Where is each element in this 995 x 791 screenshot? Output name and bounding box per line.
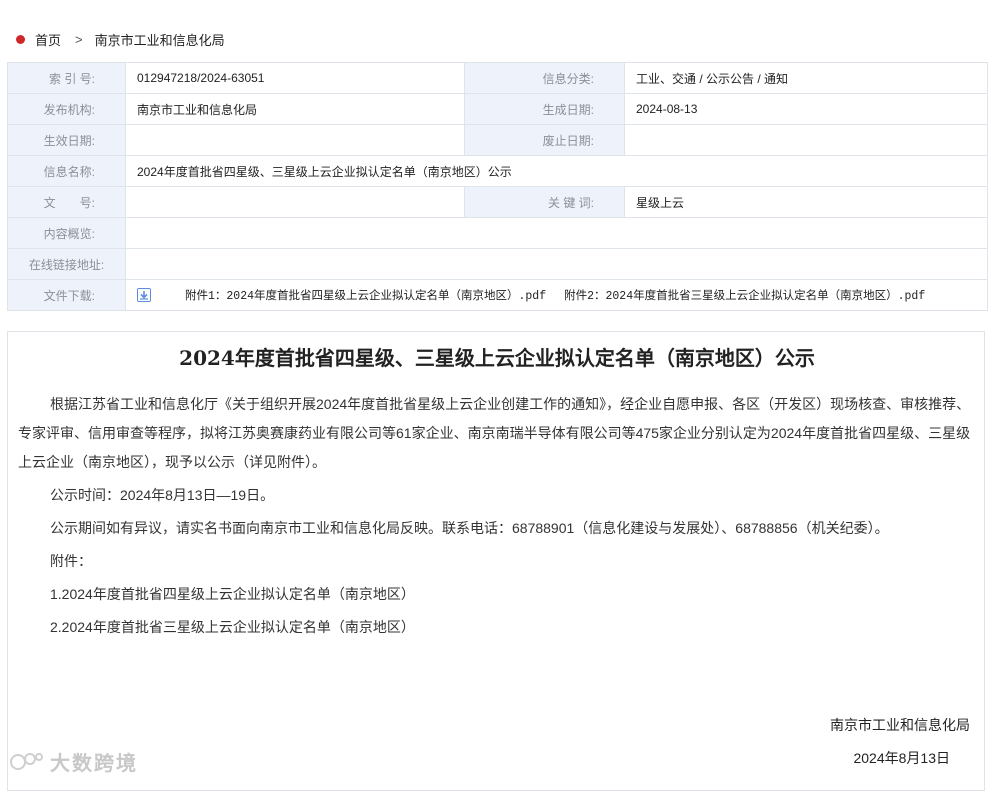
meta-row-docno: 文 号: 关 键 词: 星级上云 xyxy=(7,186,988,218)
article-body: 根据江苏省工业和信息化厅《关于组织开展2024年度首批省星级上云企业创建工作的通… xyxy=(18,390,976,642)
meta-row-effective: 生效日期: 废止日期: xyxy=(7,124,988,156)
watermark-text: 大数跨境 xyxy=(50,753,138,775)
article-signature: 南京市工业和信息化局 xyxy=(830,717,970,733)
keywords-value: 星级上云 xyxy=(624,186,988,218)
doc-number-value xyxy=(125,186,465,218)
info-name-value: 2024年度首批省四星级、三星级上云企业拟认定名单（南京地区）公示 xyxy=(125,155,988,187)
overview-value xyxy=(125,217,988,249)
category-label: 信息分类: xyxy=(464,62,625,94)
watermark-logo-icon xyxy=(10,752,43,770)
effective-date-value xyxy=(125,124,465,156)
breadcrumb: 首页 > 南京市工业和信息化局 xyxy=(16,30,225,48)
article-period: 公示时间：2024年8月13日—19日。 xyxy=(50,487,275,503)
meta-row-overview: 内容概览: xyxy=(7,217,988,249)
download-cell: 附件1：2024年度首批省四星级上云企业拟认定名单（南京地区）.pdf 附件2：… xyxy=(125,279,988,311)
article-sign-date: 2024年8月13日 xyxy=(853,750,950,766)
created-date-label: 生成日期: xyxy=(464,93,625,125)
abolished-date-value xyxy=(624,124,988,156)
attachment-2-link[interactable]: 附件2：2024年度首批省三星级上云企业拟认定名单（南京地区）.pdf xyxy=(564,287,925,303)
meta-row-publisher: 发布机构: 南京市工业和信息化局 生成日期: 2024-08-13 xyxy=(7,93,988,125)
article-attachment-1: 1.2024年度首批省四星级上云企业拟认定名单（南京地区） xyxy=(50,586,415,602)
article-title: 2024年度首批省四星级、三星级上云企业拟认定名单（南京地区）公示 xyxy=(179,346,815,370)
download-label: 文件下载: xyxy=(7,279,126,311)
breadcrumb-separator: > xyxy=(75,31,83,47)
online-link-value xyxy=(125,248,988,280)
article-attachments-heading: 附件： xyxy=(50,553,92,569)
watermark: 大数跨境 xyxy=(10,747,138,776)
index-label: 索 引 号: xyxy=(7,62,126,94)
publisher-label: 发布机构: xyxy=(7,93,126,125)
info-name-label: 信息名称: xyxy=(7,155,126,187)
home-icon[interactable] xyxy=(16,34,25,44)
index-value: 012947218/2024-63051 xyxy=(125,62,465,94)
created-date-value: 2024-08-13 xyxy=(624,93,988,125)
publisher-value: 南京市工业和信息化局 xyxy=(125,93,465,125)
category-value: 工业、交通 / 公示公告 / 通知 xyxy=(624,62,988,94)
breadcrumb-current-link[interactable]: 南京市工业和信息化局 xyxy=(95,30,225,49)
online-link-label: 在线链接地址: xyxy=(7,248,126,280)
article-attachment-2: 2.2024年度首批省三星级上云企业拟认定名单（南京地区） xyxy=(50,619,415,635)
keywords-label: 关 键 词: xyxy=(464,186,625,218)
article-container: 2024年度首批省四星级、三星级上云企业拟认定名单（南京地区）公示 根据江苏省工… xyxy=(7,331,985,791)
abolished-date-label: 废止日期: xyxy=(464,124,625,156)
meta-row-download: 文件下载: 附件1：2024年度首批省四星级上云企业拟认定名单（南京地区）.pd… xyxy=(7,279,988,311)
meta-row-online: 在线链接地址: xyxy=(7,248,988,280)
overview-label: 内容概览: xyxy=(7,217,126,249)
meta-row-name: 信息名称: 2024年度首批省四星级、三星级上云企业拟认定名单（南京地区）公示 xyxy=(7,155,988,187)
attachment-1-link[interactable]: 附件1：2024年度首批省四星级上云企业拟认定名单（南京地区）.pdf xyxy=(185,287,546,303)
article-objection: 公示期间如有异议，请实名书面向南京市工业和信息化局反映。联系电话：6878890… xyxy=(50,520,889,536)
meta-row-index: 索 引 号: 012947218/2024-63051 信息分类: 工业、交通 … xyxy=(7,62,988,94)
download-icon[interactable] xyxy=(137,288,151,302)
doc-number-label: 文 号: xyxy=(7,186,126,218)
article-paragraph-main: 根据江苏省工业和信息化厅《关于组织开展2024年度首批省星级上云企业创建工作的通… xyxy=(18,396,971,470)
effective-date-label: 生效日期: xyxy=(7,124,126,156)
document-metadata-table: 索 引 号: 012947218/2024-63051 信息分类: 工业、交通 … xyxy=(7,62,988,311)
breadcrumb-home-link[interactable]: 首页 xyxy=(35,30,61,49)
